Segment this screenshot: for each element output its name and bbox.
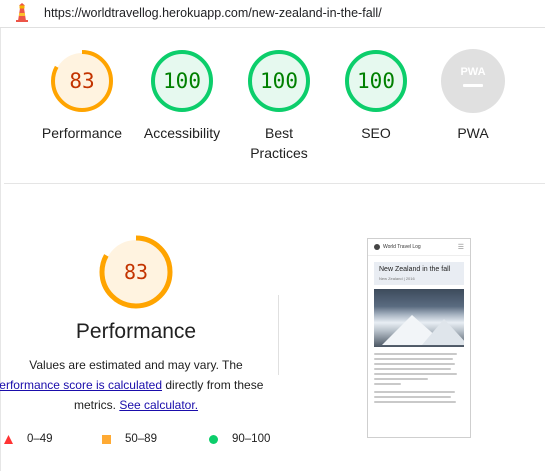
thumb-post-title: New Zealand in the fall [379, 266, 451, 273]
gauge-seo[interactable]: 100 SEO [326, 48, 426, 143]
gauge-best-practices-label: Best Practices [250, 125, 308, 161]
description-line-3-text: metrics. [73, 398, 120, 412]
svg-text:PWA: PWA [460, 66, 485, 78]
gauge-accessibility[interactable]: 100 Accessibility [132, 48, 232, 143]
triangle-icon [4, 434, 13, 444]
gauge-pwa-label: PWA [457, 125, 489, 141]
section-divider [4, 183, 545, 184]
gauge-accessibility-label: Accessibility [143, 125, 221, 141]
final-screenshot[interactable]: World Travel Log ☰ New Zealand in the fa… [367, 238, 471, 438]
legend-pass: 90–100 [209, 433, 270, 445]
gauge-performance-label: Performance [41, 125, 123, 141]
gauge-seo-score: 100 [357, 69, 395, 93]
thumb-body-text [374, 353, 464, 403]
thumb-header: World Travel Log ☰ [368, 239, 470, 256]
legend-average-range: 50–89 [125, 433, 157, 445]
hamburger-menu-icon: ☰ [457, 244, 464, 251]
legend-pass-range: 90–100 [232, 433, 271, 445]
gauge-performance[interactable]: 83 Performance [32, 48, 132, 143]
description-line-2-text: directly from these [162, 378, 264, 392]
score-calculated-link[interactable]: performance score is calculated [0, 378, 162, 392]
square-icon [102, 434, 111, 444]
thumb-mountain-image [374, 289, 464, 347]
thumb-site-name: World Travel Log [383, 244, 421, 250]
performance-title: Performance [75, 320, 197, 343]
thumb-post-card: New Zealand in the fall New Zealand | 20… [374, 262, 464, 285]
gauge-accessibility-score: 100 [163, 69, 201, 93]
description-line-2: performance score is calculated directly… [0, 375, 264, 395]
description-line-3: metrics. See calculator. [0, 395, 272, 415]
pwa-badge-icon: PWA [441, 49, 505, 113]
thumb-post-meta: New Zealand | 2016 [379, 276, 415, 281]
gauge-pwa[interactable]: PWA PWA [423, 48, 523, 143]
circle-icon [209, 434, 218, 444]
description-line-1: Values are estimated and may vary. The [29, 358, 243, 372]
performance-score: 83 [123, 260, 149, 284]
gauge-performance-score: 83 [69, 69, 95, 93]
performance-description: Values are estimated and may vary. The p… [0, 355, 272, 415]
legend-fail: 0–49 [4, 433, 53, 445]
gauge-best-practices[interactable]: 100 Best Practices [229, 48, 329, 163]
url-bar: https://worldtravellog.herokuapp.com/new… [0, 0, 545, 28]
gauge-seo-label: SEO [361, 125, 391, 141]
vertical-divider [278, 295, 279, 375]
legend-average: 50–89 [102, 433, 157, 445]
legend-fail-range: 0–49 [27, 433, 53, 445]
site-logo-icon [374, 244, 380, 250]
see-calculator-link[interactable]: See calculator. [119, 398, 198, 412]
lighthouse-icon [12, 3, 32, 28]
page-url[interactable]: https://worldtravellog.herokuapp.com/new… [44, 6, 382, 20]
gauge-best-practices-score: 100 [260, 69, 298, 93]
